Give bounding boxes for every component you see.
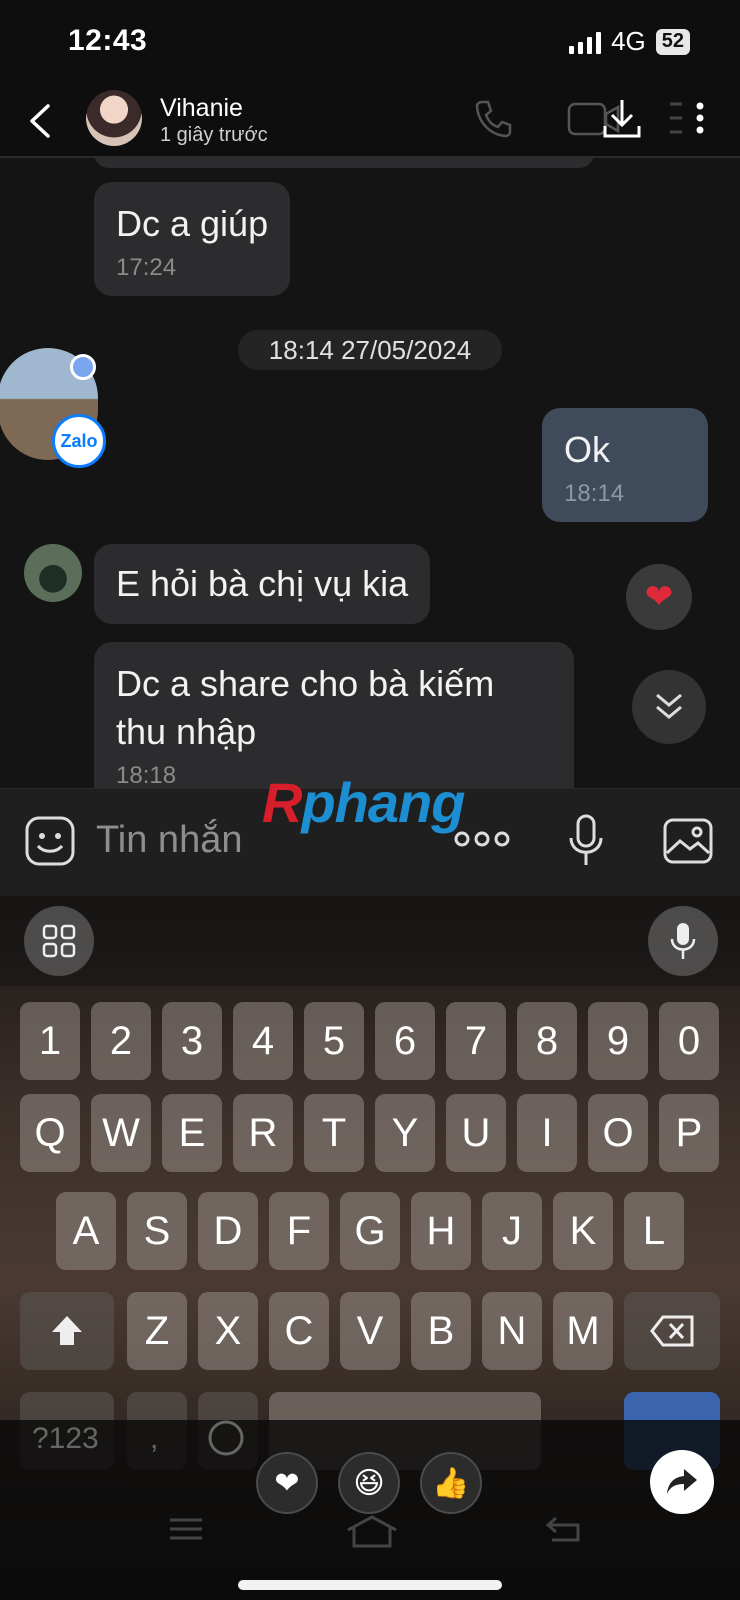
key-9[interactable]: 9 (588, 1002, 648, 1080)
key-c[interactable]: C (269, 1292, 329, 1370)
symbols-key-label: ?123 (32, 1422, 99, 1455)
key-k[interactable]: K (553, 1192, 613, 1270)
key-2[interactable]: 2 (91, 1002, 151, 1080)
message-text: Dc a giúp (116, 203, 269, 244)
message-time: 17:24 (116, 254, 177, 281)
key-o[interactable]: O (588, 1094, 648, 1172)
chat-area[interactable]: Dc a giúp 17:24 18:14 27/05/2024 Zalo Ok… (0, 158, 740, 788)
key-b[interactable]: B (411, 1292, 471, 1370)
key-x[interactable]: X (198, 1292, 258, 1370)
message-text: Dc a share cho bà kiếm thu nhập (116, 663, 495, 752)
scroll-to-bottom-button[interactable] (632, 670, 706, 744)
key-7[interactable]: 7 (446, 1002, 506, 1080)
key-p[interactable]: P (659, 1094, 719, 1172)
shift-key[interactable] (20, 1292, 114, 1370)
notification-dot (70, 354, 96, 380)
key-4[interactable]: 4 (233, 1002, 293, 1080)
signal-icon (569, 30, 602, 54)
key-q[interactable]: Q (20, 1094, 80, 1172)
key-a[interactable]: A (56, 1192, 116, 1270)
key-g[interactable]: G (340, 1192, 400, 1270)
key-s[interactable]: S (127, 1192, 187, 1270)
more-icon[interactable] (668, 98, 712, 142)
comma-key-label: , (150, 1422, 159, 1455)
key-0[interactable]: 0 (659, 1002, 719, 1080)
thumbs-up-reaction[interactable]: 👍 (420, 1452, 482, 1514)
key-f[interactable]: F (269, 1192, 329, 1270)
key-z[interactable]: Z (127, 1292, 187, 1370)
zalo-logo-icon: Zalo (52, 414, 106, 468)
share-button[interactable] (650, 1450, 714, 1514)
battery-icon: 52 (655, 28, 690, 55)
heart-reaction-button[interactable]: ❤ (626, 564, 692, 630)
key-u[interactable]: U (446, 1094, 506, 1172)
my-message-bubble[interactable]: Ok 18:14 (542, 408, 708, 522)
message-time: 18:14 (564, 480, 625, 507)
key-3[interactable]: 3 (162, 1002, 222, 1080)
status-bar: 12:43 4G 52 (0, 0, 740, 82)
key-w[interactable]: W (91, 1094, 151, 1172)
phone-icon[interactable] (470, 96, 516, 142)
heart-reaction[interactable]: ❤ (256, 1452, 318, 1514)
key-v[interactable]: V (340, 1292, 400, 1370)
backspace-key[interactable] (624, 1292, 720, 1370)
home-icon (347, 1515, 397, 1548)
message-text: E hỏi bà chị vụ kia (116, 563, 409, 604)
status-time: 12:43 (68, 24, 148, 57)
key-l[interactable]: L (624, 1192, 684, 1270)
smiley-icon (208, 1420, 244, 1456)
network-label: 4G (611, 26, 646, 56)
key-h[interactable]: H (411, 1192, 471, 1270)
back-arrow-icon[interactable] (18, 96, 68, 146)
backspace-icon (650, 1315, 694, 1347)
laugh-reaction[interactable]: 😆 (338, 1452, 400, 1514)
keyboard-menu-button[interactable] (24, 906, 94, 976)
shift-arrow-icon (52, 1316, 82, 1345)
recent-apps-icon (170, 1518, 202, 1540)
key-n[interactable]: N (482, 1292, 542, 1370)
grid-icon (42, 924, 76, 958)
key-5[interactable]: 5 (304, 1002, 364, 1080)
home-indicator[interactable] (238, 1580, 502, 1590)
keyboard-toolbar (0, 896, 740, 986)
key-d[interactable]: D (198, 1192, 258, 1270)
key-i[interactable]: I (517, 1094, 577, 1172)
contact-avatar[interactable] (86, 90, 142, 146)
date-separator: 18:14 27/05/2024 (238, 330, 502, 370)
back-nav-icon (545, 1516, 580, 1542)
status-right: 4G 52 (569, 26, 690, 57)
key-t[interactable]: T (304, 1094, 364, 1172)
chat-header: Vihanie 1 giây trước (0, 82, 740, 158)
double-chevron-down-icon (656, 693, 682, 719)
heart-icon: ❤ (644, 578, 674, 616)
keyboard: 1 2 3 4 5 6 7 8 9 0 Q W E R T Y U I O P … (0, 896, 740, 1600)
key-8[interactable]: 8 (517, 1002, 577, 1080)
key-1[interactable]: 1 (20, 1002, 80, 1080)
previous-message-bubble (94, 158, 594, 168)
message-input[interactable]: Tin nhắn (96, 819, 242, 862)
message-bubble[interactable]: E hỏi bà chị vụ kia (94, 544, 431, 624)
message-bubble[interactable]: Dc a giúp 17:24 (94, 182, 291, 296)
key-m[interactable]: M (553, 1292, 613, 1370)
sender-avatar[interactable] (24, 544, 82, 602)
emoji-sticker-icon[interactable] (24, 815, 76, 867)
key-e[interactable]: E (162, 1094, 222, 1172)
microphone-icon[interactable] (566, 813, 606, 869)
message-bubble[interactable]: Dc a share cho bà kiếm thu nhập 18:18 (94, 642, 574, 788)
forward-arrow-icon (667, 1469, 697, 1494)
image-gallery-icon[interactable] (662, 817, 714, 865)
contact-last-seen: 1 giây trước (160, 124, 268, 146)
download-icon[interactable] (600, 96, 644, 142)
key-6[interactable]: 6 (375, 1002, 435, 1080)
key-r[interactable]: R (233, 1094, 293, 1172)
key-j[interactable]: J (482, 1192, 542, 1270)
key-y[interactable]: Y (375, 1094, 435, 1172)
watermark-logo: Rphang (262, 771, 465, 834)
contact-name[interactable]: Vihanie (160, 94, 243, 123)
message-text: Ok (564, 429, 611, 470)
microphone-icon (670, 923, 696, 959)
voice-input-button[interactable] (648, 906, 718, 976)
